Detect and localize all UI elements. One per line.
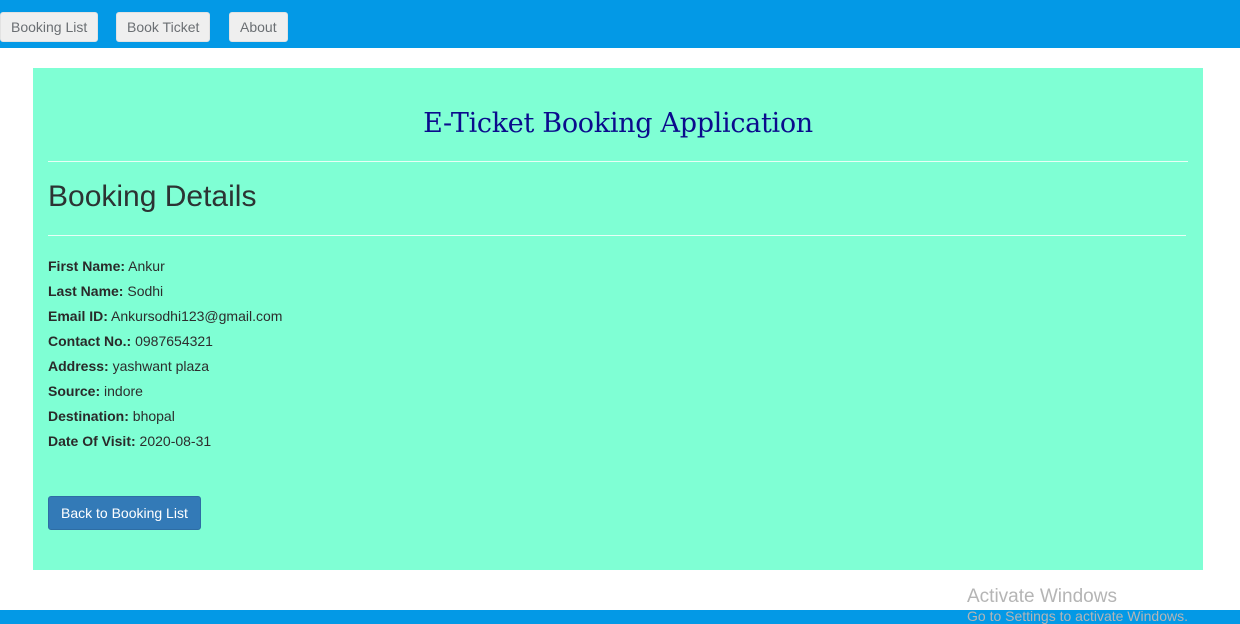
- section-divider: [48, 235, 1186, 236]
- detail-value: yashwant plaza: [112, 358, 210, 374]
- detail-value: bhopal: [132, 408, 175, 424]
- back-to-booking-list-button[interactable]: Back to Booking List: [48, 496, 201, 530]
- detail-date-of-visit: Date Of Visit: 2020-08-31: [48, 432, 282, 457]
- nav-about-button[interactable]: About: [229, 12, 288, 42]
- section-title: Booking Details: [48, 180, 257, 213]
- bottom-bar: [0, 610, 1240, 624]
- detail-label: Contact No.:: [48, 333, 132, 349]
- detail-value: indore: [104, 383, 143, 399]
- nav-booking-list-button[interactable]: Booking List: [0, 12, 99, 42]
- top-nav-bar: Booking List Book Ticket About: [0, 0, 1240, 48]
- detail-label: Source:: [48, 383, 101, 399]
- booking-details-list: First Name: Ankur Last Name: Sodhi Email…: [48, 257, 282, 457]
- detail-label: Address:: [48, 358, 109, 374]
- nav-book-ticket-button[interactable]: Book Ticket: [116, 12, 211, 42]
- watermark-title: Activate Windows: [967, 586, 1117, 607]
- app-title: E-Ticket Booking Application: [423, 108, 813, 139]
- detail-value: Ankursodhi123@gmail.com: [111, 308, 283, 324]
- detail-value: Sodhi: [127, 283, 164, 299]
- detail-address: Address: yashwant plaza: [48, 357, 282, 382]
- title-divider: [48, 161, 1188, 162]
- detail-first-name: First Name: Ankur: [48, 257, 282, 282]
- detail-value: Ankur: [128, 258, 165, 274]
- detail-label: Email ID:: [48, 308, 108, 324]
- detail-value: 0987654321: [135, 333, 213, 349]
- detail-label: Date Of Visit:: [48, 433, 136, 449]
- detail-source: Source: indore: [48, 382, 282, 407]
- detail-destination: Destination: bhopal: [48, 407, 282, 432]
- detail-label: Destination:: [48, 408, 129, 424]
- booking-panel: E-Ticket Booking Application Booking Det…: [33, 68, 1203, 570]
- detail-label: First Name:: [48, 258, 126, 274]
- detail-label: Last Name:: [48, 283, 124, 299]
- detail-contact: Contact No.: 0987654321: [48, 332, 282, 357]
- detail-last-name: Last Name: Sodhi: [48, 282, 282, 307]
- detail-email: Email ID: Ankursodhi123@gmail.com: [48, 307, 282, 332]
- detail-value: 2020-08-31: [139, 433, 212, 449]
